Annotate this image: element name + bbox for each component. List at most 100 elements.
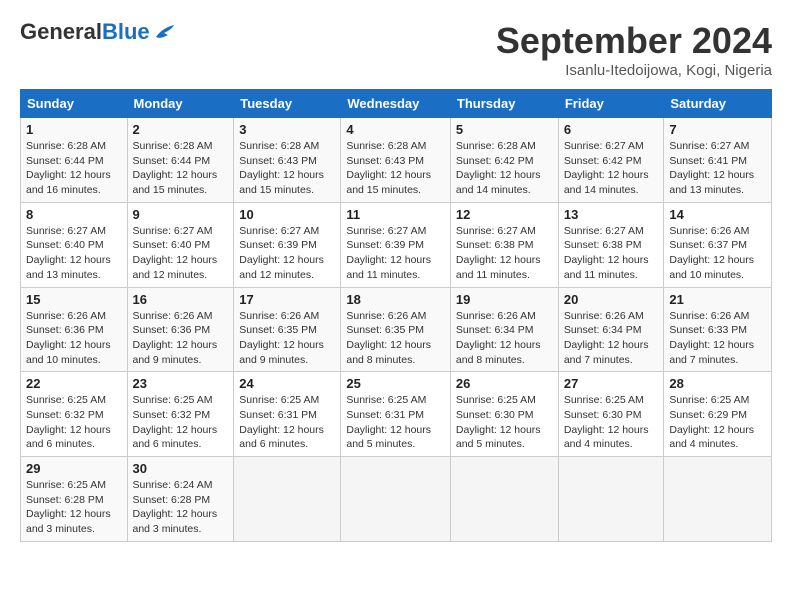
day-number: 10 bbox=[239, 207, 335, 222]
day-number: 25 bbox=[346, 376, 445, 391]
day-number: 26 bbox=[456, 376, 553, 391]
calendar-cell: 27Sunrise: 6:25 AMSunset: 6:30 PMDayligh… bbox=[558, 372, 664, 457]
weekday-header-wednesday: Wednesday bbox=[341, 90, 451, 118]
calendar-week-2: 8 Sunrise: 6:27 AMSunset: 6:40 PMDaylight… bbox=[21, 202, 772, 287]
day-info: Sunrise: 6:25 AMSunset: 6:29 PMDaylight:… bbox=[669, 393, 766, 452]
day-info: Sunrise: 6:26 AMSunset: 6:37 PMDaylight:… bbox=[669, 224, 766, 283]
day-info: Sunrise: 6:24 AMSunset: 6:28 PMDaylight:… bbox=[133, 478, 229, 537]
calendar-cell: 28 Sunrise: 6:25 AMSunset: 6:29 PMDayligh… bbox=[664, 372, 772, 457]
day-info: Sunrise: 6:27 AMSunset: 6:39 PMDaylight:… bbox=[346, 224, 445, 283]
day-info: Sunrise: 6:25 AMSunset: 6:32 PMDaylight:… bbox=[26, 393, 122, 452]
day-number: 9 bbox=[133, 207, 229, 222]
location: Isanlu-Itedoijowa, Kogi, Nigeria bbox=[496, 62, 772, 79]
calendar-cell: 4 Sunrise: 6:28 AMSunset: 6:43 PMDaylight… bbox=[341, 118, 451, 203]
day-info: Sunrise: 6:27 AMSunset: 6:41 PMDaylight:… bbox=[669, 139, 766, 198]
day-number: 20 bbox=[564, 292, 659, 307]
day-number: 2 bbox=[133, 122, 229, 137]
calendar-cell: 8 Sunrise: 6:27 AMSunset: 6:40 PMDaylight… bbox=[21, 202, 128, 287]
weekday-header-monday: Monday bbox=[127, 90, 234, 118]
day-number: 24 bbox=[239, 376, 335, 391]
logo-bird-icon bbox=[154, 23, 176, 41]
logo: GeneralBlue bbox=[20, 20, 176, 44]
calendar-week-4: 22 Sunrise: 6:25 AMSunset: 6:32 PMDayligh… bbox=[21, 372, 772, 457]
calendar-cell: 2Sunrise: 6:28 AMSunset: 6:44 PMDaylight… bbox=[127, 118, 234, 203]
calendar-week-1: 1Sunrise: 6:28 AMSunset: 6:44 PMDaylight… bbox=[21, 118, 772, 203]
day-number: 17 bbox=[239, 292, 335, 307]
day-number: 6 bbox=[564, 122, 659, 137]
day-info: Sunrise: 6:26 AMSunset: 6:34 PMDaylight:… bbox=[564, 309, 659, 368]
calendar-cell: 9 Sunrise: 6:27 AMSunset: 6:40 PMDaylight… bbox=[127, 202, 234, 287]
day-info: Sunrise: 6:27 AMSunset: 6:40 PMDaylight:… bbox=[26, 224, 122, 283]
calendar-cell bbox=[234, 457, 341, 542]
day-info: Sunrise: 6:26 AMSunset: 6:35 PMDaylight:… bbox=[239, 309, 335, 368]
calendar-cell: 11 Sunrise: 6:27 AMSunset: 6:39 PMDayligh… bbox=[341, 202, 451, 287]
month-title: September 2024 bbox=[496, 20, 772, 62]
calendar-cell: 7Sunrise: 6:27 AMSunset: 6:41 PMDaylight… bbox=[664, 118, 772, 203]
day-info: Sunrise: 6:28 AMSunset: 6:43 PMDaylight:… bbox=[346, 139, 445, 198]
day-info: Sunrise: 6:25 AMSunset: 6:30 PMDaylight:… bbox=[456, 393, 553, 452]
calendar-cell bbox=[341, 457, 451, 542]
day-info: Sunrise: 6:25 AMSunset: 6:31 PMDaylight:… bbox=[346, 393, 445, 452]
logo-text: GeneralBlue bbox=[20, 20, 150, 44]
day-number: 22 bbox=[26, 376, 122, 391]
calendar-week-3: 15 Sunrise: 6:26 AMSunset: 6:36 PMDayligh… bbox=[21, 287, 772, 372]
day-number: 14 bbox=[669, 207, 766, 222]
calendar-cell: 12 Sunrise: 6:27 AMSunset: 6:38 PMDayligh… bbox=[450, 202, 558, 287]
calendar-cell: 30Sunrise: 6:24 AMSunset: 6:28 PMDayligh… bbox=[127, 457, 234, 542]
calendar-cell: 24Sunrise: 6:25 AMSunset: 6:31 PMDayligh… bbox=[234, 372, 341, 457]
day-number: 21 bbox=[669, 292, 766, 307]
weekday-header-thursday: Thursday bbox=[450, 90, 558, 118]
calendar-cell: 18 Sunrise: 6:26 AMSunset: 6:35 PMDayligh… bbox=[341, 287, 451, 372]
day-number: 11 bbox=[346, 207, 445, 222]
day-number: 28 bbox=[669, 376, 766, 391]
calendar-cell: 22 Sunrise: 6:25 AMSunset: 6:32 PMDayligh… bbox=[21, 372, 128, 457]
weekday-header-saturday: Saturday bbox=[664, 90, 772, 118]
day-info: Sunrise: 6:27 AMSunset: 6:38 PMDaylight:… bbox=[564, 224, 659, 283]
calendar-cell: 13 Sunrise: 6:27 AMSunset: 6:38 PMDayligh… bbox=[558, 202, 664, 287]
day-number: 16 bbox=[133, 292, 229, 307]
calendar-cell bbox=[558, 457, 664, 542]
calendar-cell bbox=[450, 457, 558, 542]
day-info: Sunrise: 6:26 AMSunset: 6:36 PMDaylight:… bbox=[133, 309, 229, 368]
weekday-header-tuesday: Tuesday bbox=[234, 90, 341, 118]
calendar-cell: 10 Sunrise: 6:27 AMSunset: 6:39 PMDayligh… bbox=[234, 202, 341, 287]
calendar-cell: 23 Sunrise: 6:25 AMSunset: 6:32 PMDayligh… bbox=[127, 372, 234, 457]
weekday-row: SundayMondayTuesdayWednesdayThursdayFrid… bbox=[21, 90, 772, 118]
day-number: 8 bbox=[26, 207, 122, 222]
weekday-header-sunday: Sunday bbox=[21, 90, 128, 118]
day-number: 4 bbox=[346, 122, 445, 137]
day-number: 12 bbox=[456, 207, 553, 222]
calendar-cell: 21 Sunrise: 6:26 AMSunset: 6:33 PMDayligh… bbox=[664, 287, 772, 372]
day-info: Sunrise: 6:25 AMSunset: 6:30 PMDaylight:… bbox=[564, 393, 659, 452]
calendar-week-5: 29Sunrise: 6:25 AMSunset: 6:28 PMDayligh… bbox=[21, 457, 772, 542]
calendar-body: 1Sunrise: 6:28 AMSunset: 6:44 PMDaylight… bbox=[21, 118, 772, 542]
day-info: Sunrise: 6:26 AMSunset: 6:34 PMDaylight:… bbox=[456, 309, 553, 368]
calendar-cell: 14 Sunrise: 6:26 AMSunset: 6:37 PMDayligh… bbox=[664, 202, 772, 287]
title-block: September 2024 Isanlu-Itedoijowa, Kogi, … bbox=[496, 20, 772, 79]
calendar-cell: 5Sunrise: 6:28 AMSunset: 6:42 PMDaylight… bbox=[450, 118, 558, 203]
day-info: Sunrise: 6:25 AMSunset: 6:32 PMDaylight:… bbox=[133, 393, 229, 452]
day-info: Sunrise: 6:26 AMSunset: 6:36 PMDaylight:… bbox=[26, 309, 122, 368]
day-info: Sunrise: 6:26 AMSunset: 6:33 PMDaylight:… bbox=[669, 309, 766, 368]
calendar-cell: 19 Sunrise: 6:26 AMSunset: 6:34 PMDayligh… bbox=[450, 287, 558, 372]
day-info: Sunrise: 6:27 AMSunset: 6:40 PMDaylight:… bbox=[133, 224, 229, 283]
day-info: Sunrise: 6:26 AMSunset: 6:35 PMDaylight:… bbox=[346, 309, 445, 368]
day-info: Sunrise: 6:27 AMSunset: 6:39 PMDaylight:… bbox=[239, 224, 335, 283]
day-number: 23 bbox=[133, 376, 229, 391]
day-number: 13 bbox=[564, 207, 659, 222]
calendar-cell: 16 Sunrise: 6:26 AMSunset: 6:36 PMDayligh… bbox=[127, 287, 234, 372]
calendar-cell: 1Sunrise: 6:28 AMSunset: 6:44 PMDaylight… bbox=[21, 118, 128, 203]
calendar-table: SundayMondayTuesdayWednesdayThursdayFrid… bbox=[20, 89, 772, 542]
day-number: 15 bbox=[26, 292, 122, 307]
day-number: 19 bbox=[456, 292, 553, 307]
day-info: Sunrise: 6:27 AMSunset: 6:38 PMDaylight:… bbox=[456, 224, 553, 283]
day-number: 5 bbox=[456, 122, 553, 137]
day-number: 18 bbox=[346, 292, 445, 307]
calendar-cell: 25 Sunrise: 6:25 AMSunset: 6:31 PMDayligh… bbox=[341, 372, 451, 457]
calendar-cell: 26 Sunrise: 6:25 AMSunset: 6:30 PMDayligh… bbox=[450, 372, 558, 457]
day-number: 3 bbox=[239, 122, 335, 137]
weekday-header-friday: Friday bbox=[558, 90, 664, 118]
page-header: GeneralBlue September 2024 Isanlu-Itedoi… bbox=[20, 20, 772, 79]
calendar-cell: 3Sunrise: 6:28 AMSunset: 6:43 PMDaylight… bbox=[234, 118, 341, 203]
calendar-cell bbox=[664, 457, 772, 542]
